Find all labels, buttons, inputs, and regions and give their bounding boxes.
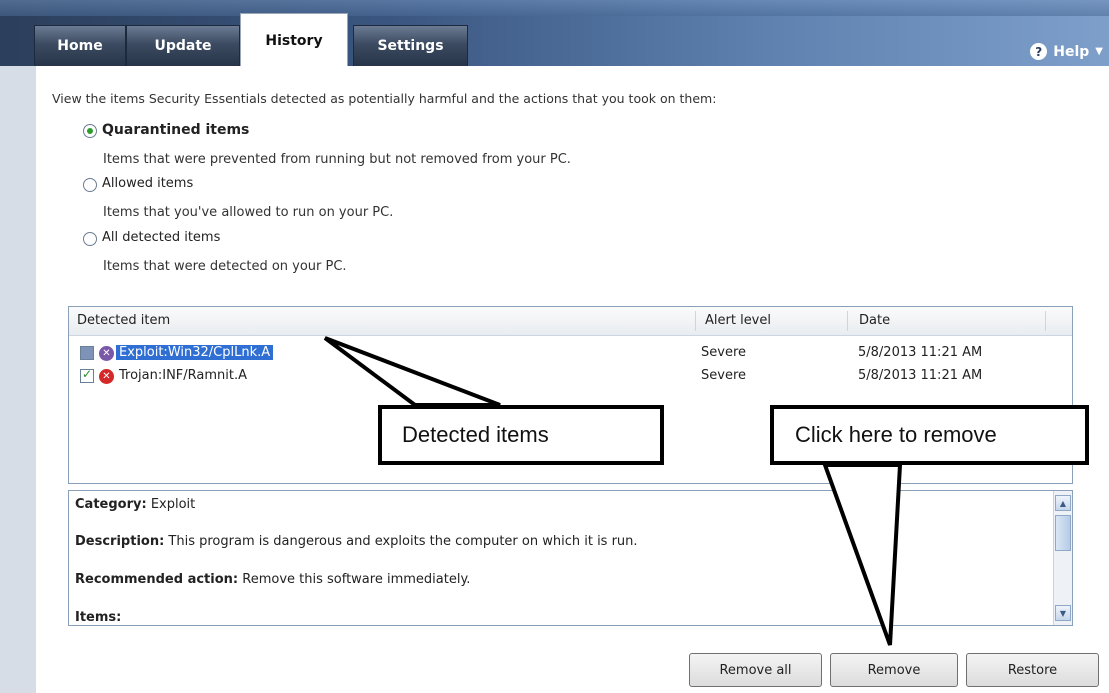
remove-all-button[interactable]: Remove all (689, 653, 822, 687)
remove-callout: Click here to remove (770, 405, 1089, 465)
quarantined-radio[interactable] (83, 124, 97, 138)
category-value: Exploit (150, 497, 196, 512)
list-header: Detected item Alert level Date (69, 307, 1072, 336)
date-cell: 5/8/2013 11:21 AM (858, 345, 983, 360)
details-scrollbar[interactable]: ▲ ▼ (1053, 491, 1072, 625)
column-alert-level[interactable]: Alert level (705, 313, 771, 328)
scroll-up-button[interactable]: ▲ (1055, 495, 1071, 511)
restore-button[interactable]: Restore (966, 653, 1099, 687)
list-row-trojan[interactable]: ✕ Trojan:INF/Ramnit.A Severe 5/8/2013 11… (69, 366, 1072, 388)
question-circle-icon: ? (1030, 43, 1048, 60)
help-menu[interactable]: ? Help ▼ (1030, 43, 1103, 60)
all-detected-radio[interactable] (83, 232, 97, 246)
category-line: Category: Exploit (75, 497, 195, 512)
scroll-down-button[interactable]: ▼ (1055, 605, 1071, 621)
details-panel: Category: Exploit Description: This prog… (68, 490, 1073, 626)
items-label: Items: (75, 610, 122, 625)
chevron-down-icon: ▼ (1095, 46, 1103, 57)
recommended-value: Remove this software immediately. (242, 572, 471, 587)
description-value: This program is dangerous and exploits t… (168, 534, 638, 549)
recommended-label: Recommended action: (75, 572, 239, 587)
quarantined-description: Items that were prevented from running b… (103, 152, 571, 167)
detected-items-callout-text: Detected items (402, 422, 549, 447)
tab-history[interactable]: History (240, 13, 348, 67)
all-detected-description: Items that were detected on your PC. (103, 259, 347, 274)
help-label: Help (1053, 43, 1090, 60)
threat-icon: ✕ (99, 346, 114, 361)
list-row-exploit[interactable]: ✕ Exploit:Win32/CplLnk.A Severe 5/8/2013… (69, 343, 1072, 365)
tab-settings[interactable]: Settings (353, 25, 468, 66)
header-highlight (0, 0, 1109, 16)
column-date[interactable]: Date (859, 313, 890, 328)
row-checkbox[interactable] (80, 346, 94, 360)
alert-level-cell: Severe (701, 368, 746, 383)
recommended-line: Recommended action: Remove this software… (75, 572, 470, 587)
column-divider (1045, 311, 1046, 331)
tab-home[interactable]: Home (34, 25, 126, 66)
detected-items-callout: Detected items (378, 405, 664, 465)
tab-update[interactable]: Update (126, 25, 240, 66)
threat-icon: ✕ (99, 369, 114, 384)
allowed-description: Items that you've allowed to run on your… (103, 205, 394, 220)
row-checkbox[interactable] (80, 367, 94, 383)
quarantined-label[interactable]: Quarantined items (102, 122, 249, 138)
column-divider (695, 311, 696, 331)
all-detected-label[interactable]: All detected items (102, 230, 220, 245)
remove-callout-text: Click here to remove (795, 422, 997, 447)
column-detected-item[interactable]: Detected item (77, 313, 170, 328)
description-line: Description: This program is dangerous a… (75, 534, 638, 549)
left-margin (0, 66, 36, 693)
alert-level-cell: Severe (701, 345, 746, 360)
remove-button[interactable]: Remove (830, 653, 958, 687)
allowed-radio[interactable] (83, 178, 97, 192)
detected-item-name: Trojan:INF/Ramnit.A (119, 368, 248, 383)
detected-item-name: Exploit:Win32/CplLnk.A (116, 345, 274, 360)
items-line: Items: (75, 610, 121, 625)
header-bar: Home Update History Settings ? Help ▼ (0, 0, 1109, 67)
date-cell: 5/8/2013 11:21 AM (858, 368, 983, 383)
intro-text: View the items Security Essentials detec… (52, 91, 717, 106)
column-divider (847, 311, 848, 331)
allowed-label[interactable]: Allowed items (102, 176, 193, 191)
scroll-thumb[interactable] (1055, 515, 1071, 551)
description-label: Description: (75, 534, 165, 549)
category-label: Category: (75, 497, 147, 512)
